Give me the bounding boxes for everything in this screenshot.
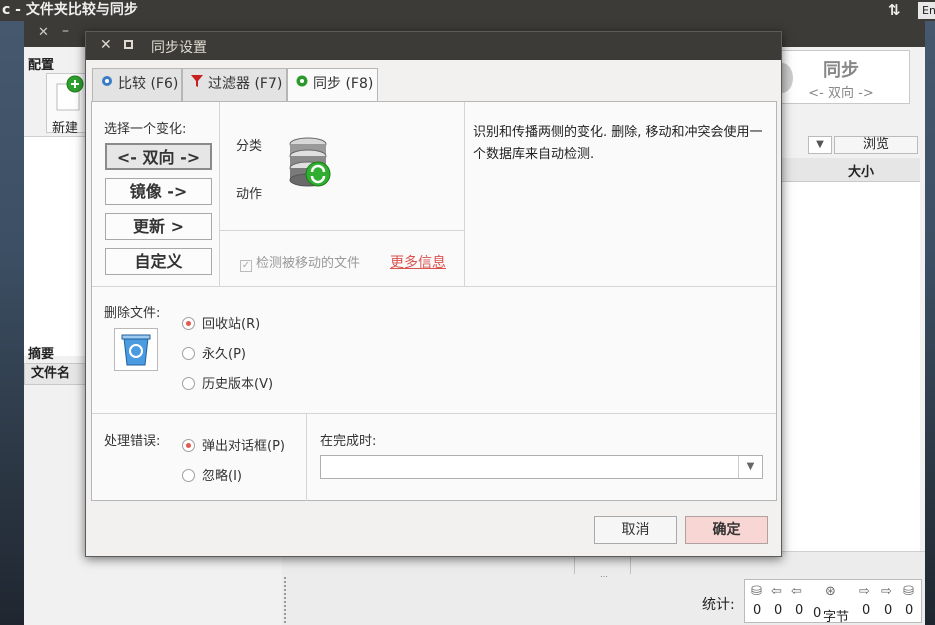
chevron-down-icon[interactable]: ▼ [738, 456, 762, 478]
stat-value: 0 [753, 603, 762, 618]
stat-value: 0 [862, 603, 871, 618]
config-list[interactable] [24, 136, 88, 356]
minimize-icon[interactable]: – [62, 23, 69, 39]
variant-update-button[interactable]: 更新 > [105, 213, 212, 240]
variant-custom-button[interactable]: 自定义 [105, 248, 212, 275]
sync-tab-panel: 选择一个变化: <- 双向 -> 镜像 -> 更新 > 自定义 分类 动作 ✓ 检… [91, 101, 777, 501]
browse-button[interactable]: 浏览 [834, 136, 918, 154]
detect-moved-label: 检测被移动的文件 [256, 256, 361, 271]
recycle-bin-icon [114, 328, 158, 371]
divider [92, 413, 776, 414]
radio-label: 弹出对话框(P) [202, 439, 285, 454]
divider [464, 102, 465, 286]
resize-grip[interactable]: ⋯ [600, 572, 608, 581]
folder-history-dropdown[interactable]: ▼ [808, 136, 832, 154]
sync-direction: <- 双向 -> [808, 86, 874, 101]
config-label: 配置 [28, 58, 55, 73]
radio-label: 忽略(I) [202, 469, 242, 484]
radio-dot [182, 469, 195, 482]
create-left-icon: ⛁ [751, 584, 762, 599]
close-icon[interactable]: ✕ [38, 25, 49, 40]
delete-recycle-bin-radio[interactable]: 回收站(R) [182, 313, 260, 332]
delete-versioning-radio[interactable]: 历史版本(V) [182, 373, 273, 392]
keyboard-indicator[interactable]: En [918, 2, 935, 19]
divider [219, 230, 464, 231]
desktop-top-bar: c - 文件夹比较与同步 ⇅ En [0, 0, 935, 21]
action-label: 动作 [236, 187, 263, 202]
stat-value: 0 [774, 603, 783, 618]
divider [306, 413, 307, 501]
radio-dot [182, 377, 195, 390]
window-title: c - 文件夹比较与同步 [2, 2, 138, 18]
size-header-label: 大小 [848, 165, 875, 180]
ok-button[interactable]: 确定 [685, 516, 768, 544]
update-right-icon: ⇨ [881, 584, 892, 599]
summary-label: 摘要 [28, 347, 55, 362]
handle-errors-label: 处理错误: [104, 434, 161, 449]
delete-right-icon: ⇨ [859, 584, 870, 599]
gear-icon [99, 69, 115, 99]
delete-permanent-radio[interactable]: 永久(P) [182, 343, 246, 362]
variant-mirror-button[interactable]: 镜像 -> [105, 178, 212, 205]
dialog-title-bar: ✕ 同步设置 [86, 32, 781, 60]
create-right-icon: ⛁ [903, 584, 914, 599]
error-popup-radio[interactable]: 弹出对话框(P) [182, 435, 285, 454]
stat-value: 0 [905, 603, 914, 618]
radio-dot [182, 347, 195, 360]
update-left-icon: ⇦ [771, 584, 782, 599]
radio-dot [182, 317, 195, 330]
close-icon[interactable]: ✕ [100, 37, 112, 53]
cancel-button[interactable]: 取消 [594, 516, 677, 544]
tab-compare-label: 比较 (F6) [118, 76, 179, 92]
divider [92, 286, 776, 287]
panel-grip[interactable] [284, 577, 287, 623]
database-icon [286, 134, 334, 194]
tab-sync[interactable]: 同步 (F8) [287, 68, 378, 103]
more-info-link[interactable]: 更多信息 [390, 252, 446, 272]
stat-value: 0 [795, 603, 804, 618]
error-ignore-radio[interactable]: 忽略(I) [182, 465, 242, 484]
sync-settings-dialog: ✕ 同步设置 比较 (F6) 过滤器 (F7) 同步 (F8) 选择一个变化: … [85, 31, 782, 557]
delete-left-icon: ⇦ [791, 584, 802, 599]
sync-title: 同步 [823, 60, 859, 81]
sync-gear-icon [294, 69, 310, 99]
checkmark-icon: ✓ [240, 260, 252, 272]
radio-dot [182, 439, 195, 452]
on-completion-combobox[interactable]: ▼ [320, 455, 763, 479]
filter-icon [189, 69, 205, 99]
stats-box: ⛁ ⇦ ⇦ ⊛ ⇨ ⇨ ⛁ 0 0 0 0 字节 0 0 0 [744, 579, 922, 625]
variant-description: 识别和传播两侧的变化. 删除, 移动和冲突会使用一个数据库来自动检测. [473, 125, 763, 162]
stats-label: 统计: [702, 597, 735, 613]
stat-value: 0 [884, 603, 893, 618]
dialog-title: 同步设置 [151, 40, 207, 56]
stat-value: 0 [813, 606, 822, 621]
on-completion-label: 在完成时: [320, 434, 377, 449]
tab-sync-label: 同步 (F8) [313, 76, 374, 92]
radio-label: 历史版本(V) [202, 377, 274, 392]
variant-two-way-button[interactable]: <- 双向 -> [105, 143, 212, 170]
tab-compare[interactable]: 比较 (F6) [92, 68, 182, 101]
category-label: 分类 [236, 139, 263, 154]
new-config-label: 新建 [52, 121, 79, 136]
data-icon: ⊛ [825, 584, 836, 599]
stat-unit: 字节 [823, 610, 850, 625]
radio-label: 回收站(R) [202, 317, 261, 332]
delete-files-label: 删除文件: [104, 306, 161, 321]
maximize-icon[interactable] [124, 40, 133, 49]
divider [219, 102, 220, 286]
choose-variant-label: 选择一个变化: [104, 122, 187, 137]
radio-label: 永久(P) [202, 347, 246, 362]
sync-start-button[interactable]: 同步 <- 双向 -> [771, 50, 910, 104]
detect-moved-checkbox[interactable]: ✓ 检测被移动的文件 [240, 252, 360, 272]
network-arrows-icon[interactable]: ⇅ [888, 0, 901, 20]
filename-column-header[interactable]: 文件名 [24, 363, 88, 385]
tab-filter-label: 过滤器 (F7) [208, 76, 283, 92]
tab-filter[interactable]: 过滤器 (F7) [182, 68, 287, 101]
